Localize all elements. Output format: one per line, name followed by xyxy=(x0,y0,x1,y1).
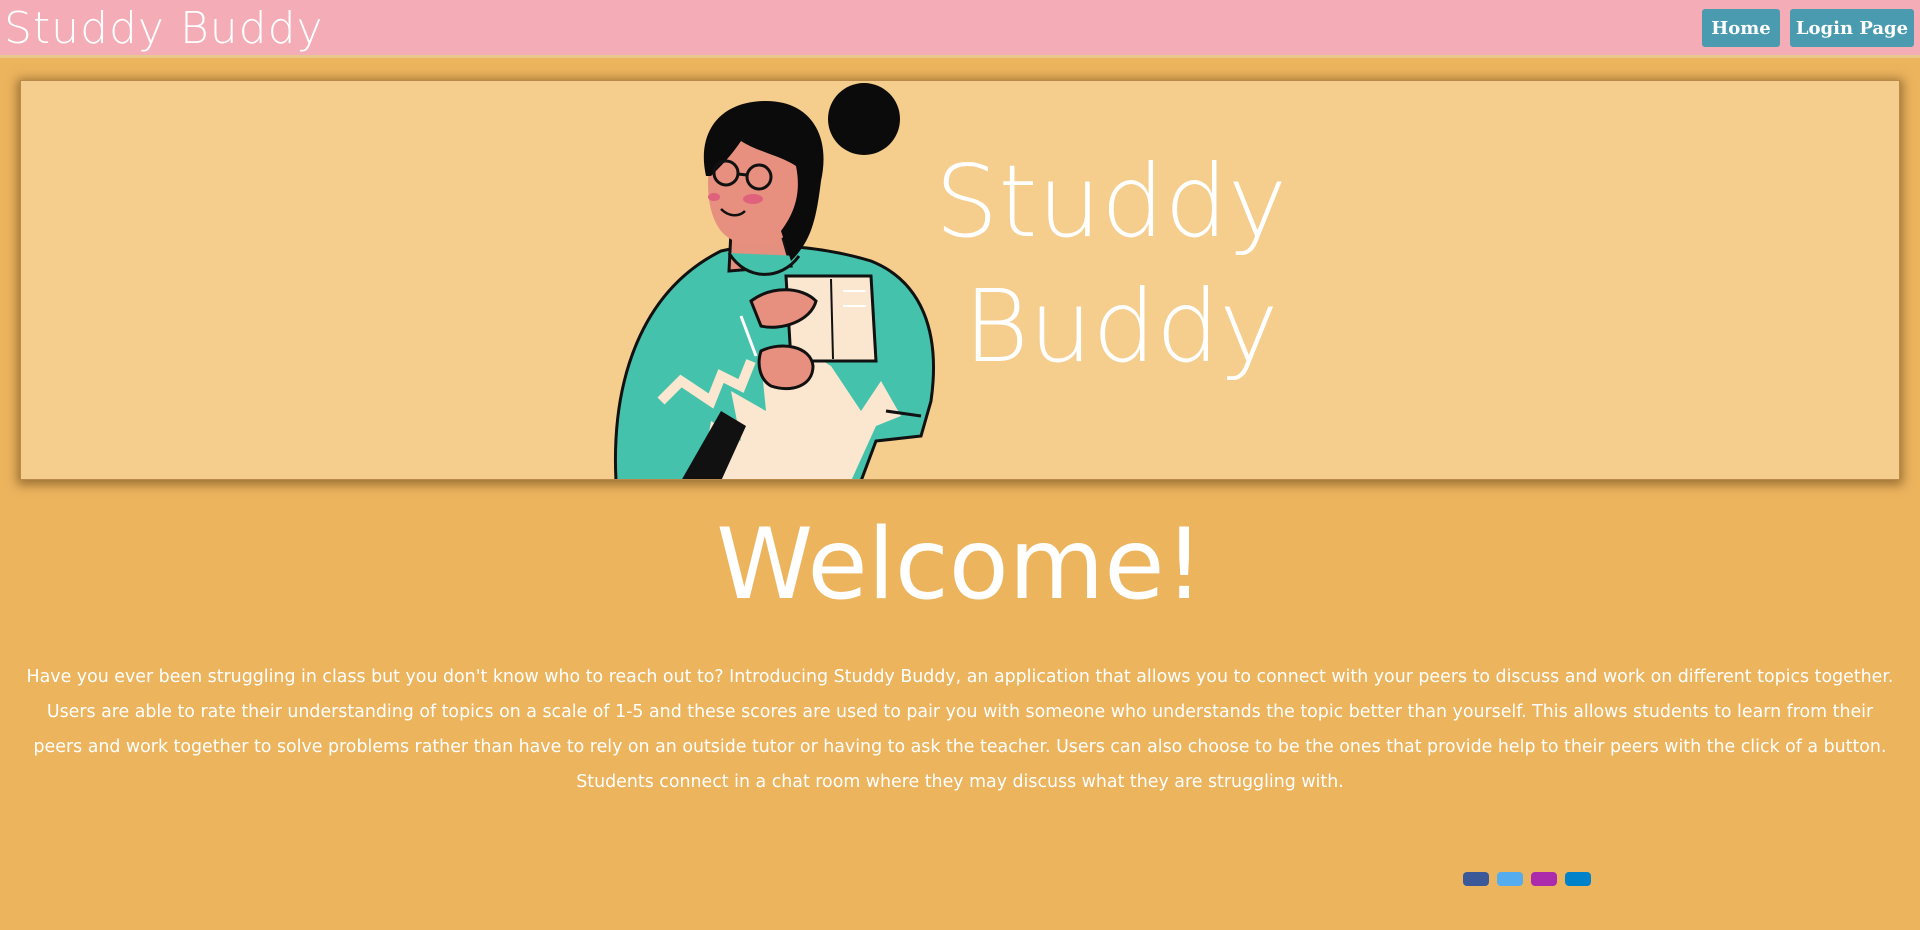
intro-paragraph: Have you ever been struggling in class b… xyxy=(26,667,1894,792)
home-button[interactable]: Home xyxy=(1702,9,1780,47)
welcome-heading: Welcome! xyxy=(716,508,1204,622)
student-illustration xyxy=(613,83,935,479)
hero-illustration: Studdy Buddy xyxy=(613,83,1287,479)
social-links xyxy=(1463,872,1591,886)
instagram-icon[interactable] xyxy=(1531,872,1557,886)
top-navbar: Studdy Buddy Home Login Page xyxy=(0,0,1920,58)
twitter-icon[interactable] xyxy=(1497,872,1523,886)
login-page-button[interactable]: Login Page xyxy=(1790,9,1914,47)
hero-logo-line1: Studdy xyxy=(935,143,1287,260)
brand-logo[interactable]: Studdy Buddy xyxy=(4,0,324,56)
linkedin-icon[interactable] xyxy=(1565,872,1591,886)
hero-logo-line2: Buddy xyxy=(964,268,1279,385)
facebook-icon[interactable] xyxy=(1463,872,1489,886)
hero-banner: Studdy Buddy xyxy=(20,80,1900,480)
